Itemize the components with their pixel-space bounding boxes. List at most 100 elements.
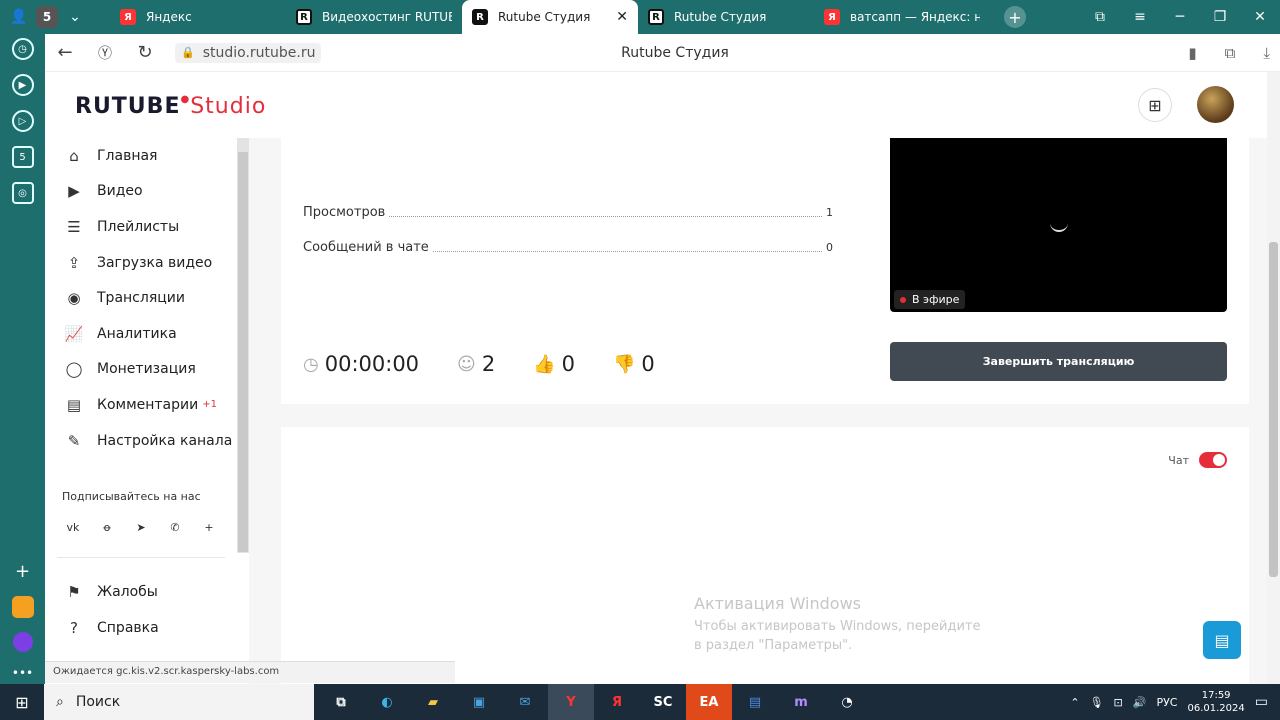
browser-status-bar: Ожидается gc.kis.v2.scr.kaspersky-labs.c… bbox=[45, 661, 455, 683]
studio-sidebar: ⌂ Главная ▶ Видео ☰ Плейлисты ⇪ Загрузка видео ◉… bbox=[45, 138, 237, 662]
tab-rutube-video[interactable]: R Видеохостинг RUTUBE. С bbox=[286, 0, 462, 34]
chat-toggle[interactable]: Чат bbox=[1168, 452, 1227, 468]
nav-label: Комментарии bbox=[97, 396, 199, 413]
live-dot-icon bbox=[900, 296, 906, 303]
dislikes-counter: 👎 0 bbox=[613, 352, 655, 376]
telegram-icon[interactable]: ➤ bbox=[133, 519, 149, 535]
windows-taskbar: ⊞ ⌕ Поиск ⧉ ◐ ▰ ▣ ✉ Y Я SC EA ▤ m ◔ ⌃ 🎙 … bbox=[0, 684, 1280, 720]
add-panel-icon[interactable]: + bbox=[15, 561, 30, 582]
alice-icon[interactable] bbox=[12, 632, 33, 652]
tab-rutube-studio[interactable]: R Rutube Студия bbox=[638, 0, 814, 34]
sidebar-item-4[interactable]: ◉ Трансляции bbox=[45, 280, 237, 316]
url-field[interactable]: 🔒 studio.rutube.ru bbox=[175, 42, 322, 63]
start-button[interactable]: ⊞ bbox=[0, 684, 44, 720]
mail-icon[interactable] bbox=[11, 596, 34, 618]
menu-icon[interactable]: ≡ bbox=[1120, 9, 1160, 25]
play-icon[interactable]: ▶ bbox=[11, 74, 34, 96]
sidebar-item-6[interactable]: ◯ Монетизация bbox=[45, 352, 237, 388]
close-window-button[interactable]: ✕ bbox=[1240, 9, 1280, 25]
profile-badge[interactable]: 5 bbox=[36, 6, 58, 28]
reader-icon[interactable]: ⧉ bbox=[1225, 44, 1236, 62]
search-label: Поиск bbox=[75, 694, 121, 710]
sidebar-item-2[interactable]: ☰ Плейлисты bbox=[45, 209, 237, 245]
history-icon[interactable]: ◷ bbox=[11, 38, 34, 60]
taskbar-search[interactable]: ⌕ Поиск bbox=[44, 684, 314, 720]
sidebar-item-5[interactable]: 📈 Аналитика bbox=[45, 316, 237, 352]
tab-yandex-search[interactable]: Я ватсапп — Яндекс: наш bbox=[814, 0, 990, 34]
sidebar-bottom-item-1[interactable]: ? Справка bbox=[45, 610, 237, 646]
yandex-favicon-icon: Я bbox=[824, 9, 840, 25]
network-icon[interactable]: ⊡ bbox=[1114, 696, 1123, 709]
end-stream-button[interactable]: Завершить трансляцию bbox=[890, 342, 1227, 381]
rutube-studio-logo[interactable]: RUTUBE●Studio bbox=[75, 94, 266, 119]
sidebar-item-7[interactable]: ▤ Комментарии +1 bbox=[45, 387, 237, 423]
yandex-browser-icon[interactable]: Y bbox=[548, 684, 594, 720]
stream-counters: ◷ 00:00:00 ☺ 2 👍 0 👎 0 bbox=[303, 352, 655, 376]
screenshot-icon[interactable]: ◎ bbox=[11, 182, 34, 204]
task-view-icon[interactable]: ⧉ bbox=[318, 684, 364, 720]
system-tray: ⌃ 🎙 ⊡ 🔊 РУС 17:59 06.01.2024 ▭ bbox=[1070, 684, 1280, 720]
edge-icon[interactable]: ◐ bbox=[364, 684, 410, 720]
tab-yandex[interactable]: Я Яндекс bbox=[110, 0, 286, 34]
sidebar-item-0[interactable]: ⌂ Главная bbox=[45, 138, 237, 174]
microphone-icon[interactable]: 🎙 bbox=[1090, 696, 1104, 709]
ea-app-icon[interactable]: EA bbox=[686, 684, 732, 720]
notifications-icon[interactable]: ▭ bbox=[1255, 694, 1268, 710]
viber-icon[interactable]: ✆ bbox=[167, 519, 183, 535]
yandex-app-icon[interactable]: Я bbox=[594, 684, 640, 720]
reload-icon[interactable]: ↻ bbox=[125, 42, 165, 63]
chevron-down-icon[interactable]: ⌄ bbox=[64, 6, 86, 28]
close-tab-icon[interactable]: ✕ bbox=[616, 9, 628, 25]
sidebar-bottom-item-0[interactable]: ⚑ Жалобы bbox=[45, 574, 237, 610]
file-explorer-icon[interactable]: ▰ bbox=[410, 684, 456, 720]
live-label: В эфире bbox=[912, 293, 960, 306]
tab-label: Rutube Студия bbox=[498, 10, 591, 24]
add-content-button[interactable]: ⊞ bbox=[1138, 88, 1172, 122]
chat-switch[interactable] bbox=[1199, 452, 1227, 468]
comments-icon: ▤ bbox=[66, 395, 82, 414]
subscribe-label: Подписывайтесь на нас bbox=[62, 490, 201, 504]
yandex-icon[interactable]: Ⓨ bbox=[85, 43, 125, 63]
more-icon[interactable]: ••• bbox=[12, 666, 33, 680]
clock-icon: ◷ bbox=[303, 353, 319, 375]
vk-icon[interactable]: vk bbox=[65, 519, 81, 535]
download-icon[interactable]: ⤓ bbox=[1263, 44, 1270, 62]
plus-icon[interactable]: + bbox=[201, 519, 217, 535]
play-outline-icon[interactable]: ▷ bbox=[11, 110, 34, 132]
clock[interactable]: 17:59 06.01.2024 bbox=[1188, 689, 1245, 715]
chat-bubble-button[interactable]: ▤ bbox=[1203, 621, 1241, 659]
browser-sidebar: ◷ ▶ ▷ 5 ◎ + ••• bbox=[0, 34, 45, 686]
maximize-button[interactable]: ❐ bbox=[1200, 9, 1240, 25]
collections-icon[interactable]: ⧉ bbox=[1080, 9, 1120, 25]
tab-rutube-studio-active[interactable]: R Rutube Студия ✕ bbox=[462, 0, 638, 34]
broadcast-icon: ◉ bbox=[67, 289, 81, 308]
sc-app-icon[interactable]: SC bbox=[640, 684, 686, 720]
mail-app-icon[interactable]: ✉ bbox=[502, 684, 548, 720]
minimize-button[interactable]: ─ bbox=[1160, 9, 1200, 25]
sidebar-scrollbar[interactable] bbox=[237, 138, 249, 553]
chevron-up-icon[interactable]: ⌃ bbox=[1070, 696, 1079, 709]
stream-preview[interactable]: В эфире bbox=[890, 138, 1227, 312]
ok-icon[interactable]: ꝋ bbox=[99, 519, 115, 535]
mo-app-icon[interactable]: m bbox=[778, 684, 824, 720]
sidebar-item-1[interactable]: ▶ Видео bbox=[45, 174, 237, 210]
five-icon[interactable]: 5 bbox=[11, 146, 34, 168]
sidebar-item-3[interactable]: ⇪ Загрузка видео bbox=[45, 245, 237, 281]
sidebar-item-8[interactable]: ✎ Настройка канала bbox=[45, 423, 237, 459]
playlist-icon: ☰ bbox=[67, 217, 81, 236]
volume-icon[interactable]: 🔊 bbox=[1133, 696, 1147, 709]
avatar[interactable] bbox=[1197, 86, 1234, 123]
obs-icon[interactable]: ◔ bbox=[824, 684, 870, 720]
profile-icon[interactable]: 👤 bbox=[8, 6, 30, 28]
back-arrow-icon[interactable]: ← bbox=[45, 42, 85, 63]
bookmark-icon[interactable]: ▮ bbox=[1188, 44, 1196, 62]
time: 17:59 bbox=[1201, 690, 1231, 701]
store-icon[interactable]: ▣ bbox=[456, 684, 502, 720]
new-tab-button[interactable]: + bbox=[1004, 6, 1026, 28]
page-title: Rutube Студия bbox=[621, 44, 729, 61]
language-indicator[interactable]: РУС bbox=[1156, 696, 1177, 709]
nav-label: Трансляции bbox=[97, 290, 185, 307]
timer-value: 00:00:00 bbox=[324, 352, 420, 376]
page-scrollbar[interactable] bbox=[1267, 72, 1280, 686]
word-icon[interactable]: ▤ bbox=[732, 684, 778, 720]
